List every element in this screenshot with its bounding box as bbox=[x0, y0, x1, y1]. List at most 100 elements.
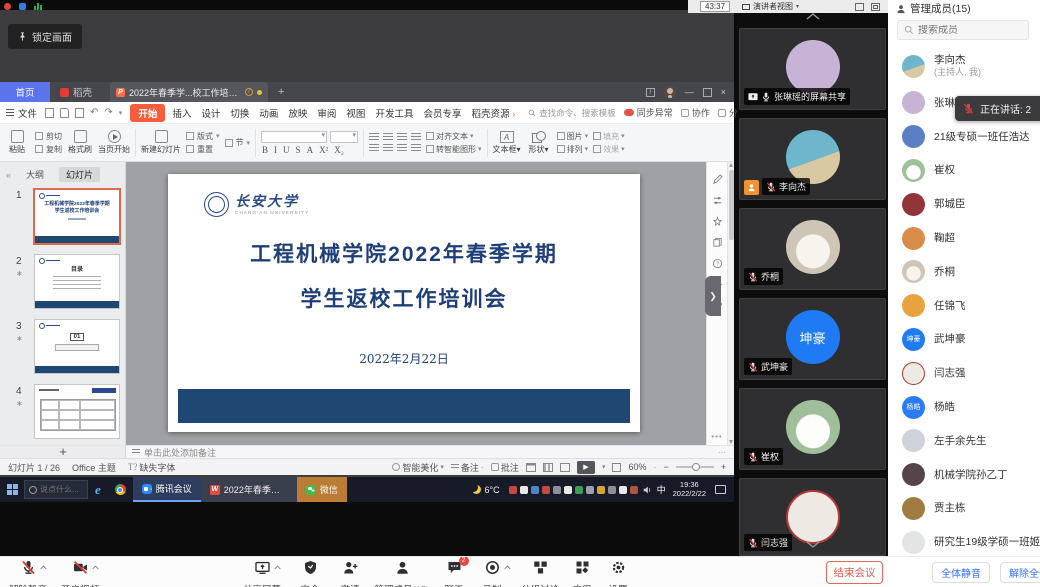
collapse-panel-icon[interactable]: « bbox=[6, 170, 11, 180]
pin-screen-button[interactable]: 锁定画面 bbox=[8, 24, 82, 49]
toolbar-camera-off[interactable]: 开启视频 bbox=[58, 560, 102, 587]
align-text-button[interactable]: 对齐文本▾ bbox=[426, 131, 482, 142]
end-meeting-button[interactable]: 结束会议 bbox=[826, 561, 883, 584]
zoom-knob[interactable] bbox=[692, 463, 700, 471]
restore-button[interactable] bbox=[703, 88, 712, 97]
menu-开发工具[interactable]: 开发工具 bbox=[372, 104, 416, 122]
menu-切换[interactable]: 切换 bbox=[227, 104, 252, 122]
font-family-select[interactable] bbox=[261, 131, 327, 143]
account-avatar[interactable] bbox=[664, 86, 676, 98]
canvas-scrollbar[interactable] bbox=[727, 162, 734, 445]
tab-document[interactable]: P 2022年春季学...校工作培训(2) ! bbox=[110, 82, 268, 102]
menu-插入[interactable]: 插入 bbox=[169, 104, 194, 122]
menu-稻壳资源[interactable]: 稻壳资源 › bbox=[468, 104, 518, 122]
tray-icon[interactable] bbox=[586, 486, 594, 494]
slide-thumbnail[interactable]: 1工程机械学院2022年春季学期学生返校工作培训会 bbox=[0, 188, 125, 248]
minimize-button[interactable]: — bbox=[685, 87, 694, 97]
member-row[interactable]: 崔权 bbox=[888, 154, 1040, 188]
redo-icon[interactable]: ↷ bbox=[104, 107, 112, 118]
bullet-list-icon[interactable] bbox=[369, 133, 379, 141]
menu-视图[interactable]: 视图 bbox=[343, 104, 368, 122]
member-row[interactable]: 研究生19级学硕一班姬子 bbox=[888, 525, 1040, 556]
resize-dots-icon[interactable]: ⋯ bbox=[718, 448, 734, 457]
unmute-all-button[interactable]: 解除全体静音 bbox=[1000, 562, 1040, 583]
slide-thumbnail[interactable]: 3∗01 bbox=[0, 319, 125, 379]
chrome-icon[interactable] bbox=[115, 484, 126, 495]
chevron-up-icon[interactable] bbox=[92, 565, 99, 570]
add-slide-button[interactable]: + bbox=[0, 446, 126, 458]
menu-会员专享[interactable]: 会员专享 bbox=[420, 104, 464, 122]
layout-icon[interactable] bbox=[871, 3, 880, 11]
ie-browser-icon[interactable]: e bbox=[88, 482, 108, 498]
format-button[interactable]: I bbox=[273, 145, 278, 155]
action-center-icon[interactable] bbox=[715, 485, 726, 494]
chevron-up-icon[interactable] bbox=[274, 565, 281, 570]
tab-home[interactable]: 首页 bbox=[0, 82, 50, 102]
scroll-up-icon[interactable] bbox=[729, 163, 733, 167]
member-row[interactable]: 郭城臣 bbox=[888, 187, 1040, 221]
taskbar-search[interactable] bbox=[24, 480, 88, 499]
member-row[interactable]: 坤豪武坤豪 bbox=[888, 323, 1040, 357]
missing-font-warning[interactable]: T?缺失字体 bbox=[128, 461, 176, 474]
format-button[interactable]: X² bbox=[318, 145, 329, 155]
taskbar-clock[interactable]: 19:36 2022/2/22 bbox=[673, 481, 706, 498]
member-row[interactable]: 左手余先生 bbox=[888, 424, 1040, 458]
smart-beautify-button[interactable]: 智能美化▾ bbox=[392, 461, 444, 474]
menu-开始[interactable]: 开始 bbox=[130, 104, 165, 122]
format-button[interactable]: S bbox=[295, 145, 302, 155]
taskbar-app-wps[interactable]: W2022年春季学期... bbox=[201, 477, 297, 502]
format-painter-button[interactable]: 格式刷 bbox=[67, 130, 93, 155]
section-button[interactable]: 节▾ bbox=[225, 137, 251, 148]
member-row[interactable]: 贾主栋 bbox=[888, 492, 1040, 526]
play-from-current-button[interactable]: 当页开始 bbox=[98, 130, 130, 155]
slide-1[interactable]: 长安大学 CHANG'AN UNIVERSITY 工程机械学院2022年春季学期… bbox=[168, 174, 640, 432]
video-tile[interactable]: 张琳瑶的屏幕共享 bbox=[739, 28, 886, 110]
tray-icon[interactable] bbox=[630, 486, 638, 494]
scrollbar-thumb[interactable] bbox=[729, 170, 734, 240]
video-tile[interactable]: 李向杰 bbox=[739, 118, 886, 200]
indent-decrease-icon[interactable] bbox=[397, 133, 407, 141]
member-search-input[interactable] bbox=[918, 25, 1022, 36]
indent-increase-icon[interactable] bbox=[411, 133, 421, 141]
video-tile[interactable]: 坤豪武坤豪 bbox=[739, 298, 886, 380]
taskbar-app-meeting[interactable]: 腾讯会议 bbox=[133, 477, 201, 502]
help-icon[interactable]: ? bbox=[712, 258, 723, 269]
volume-icon[interactable] bbox=[642, 485, 652, 495]
edit-pen-icon[interactable] bbox=[712, 174, 723, 185]
copy-button[interactable]: 复制 bbox=[35, 144, 62, 155]
taskbar-weather[interactable]: 6°C bbox=[472, 485, 500, 495]
align-left-icon[interactable] bbox=[369, 144, 379, 152]
effects-star-icon[interactable] bbox=[712, 216, 723, 227]
toolbar-apps[interactable]: 应用 bbox=[564, 560, 600, 587]
slide-thumbnail[interactable]: 2∗目录 bbox=[0, 254, 125, 314]
member-row[interactable]: 21级专硕一班任浩达 bbox=[888, 120, 1040, 154]
format-button[interactable]: U bbox=[282, 145, 291, 155]
more-videos-icon[interactable] bbox=[806, 541, 820, 548]
tray-icon[interactable] bbox=[619, 486, 627, 494]
sync-status[interactable]: 同步异常 bbox=[624, 106, 673, 119]
menu-审阅[interactable]: 审阅 bbox=[314, 104, 339, 122]
cut-button[interactable]: 剪切 bbox=[35, 131, 62, 142]
font-size-select[interactable] bbox=[330, 131, 358, 143]
save-icon[interactable] bbox=[45, 108, 54, 118]
theme-name[interactable]: Office 主题 bbox=[72, 461, 116, 474]
menu-file[interactable]: 文件 bbox=[6, 106, 37, 120]
paste-button[interactable]: 粘贴 bbox=[4, 130, 30, 155]
chevron-down-icon[interactable]: ▾ bbox=[119, 109, 123, 117]
new-tab-button[interactable]: + bbox=[268, 82, 294, 102]
toolbar-mic-muted[interactable]: 解除静音 bbox=[6, 560, 50, 587]
tab-docer[interactable]: 稻壳 bbox=[50, 82, 102, 102]
fill-button[interactable]: 填充▾ bbox=[593, 131, 625, 142]
tray-icon[interactable] bbox=[531, 486, 539, 494]
toolbar-chat[interactable]: 2聊天 bbox=[436, 560, 472, 587]
toolbar-breakout[interactable]: 分组讨论 bbox=[516, 560, 564, 587]
fit-window-icon[interactable] bbox=[612, 463, 621, 472]
format-button[interactable]: B bbox=[261, 145, 269, 155]
align-right-icon[interactable] bbox=[397, 144, 407, 152]
picture-button[interactable]: 图片▾ bbox=[557, 131, 589, 142]
align-center-icon[interactable] bbox=[383, 144, 393, 152]
member-search[interactable] bbox=[897, 20, 1029, 40]
comments-toggle[interactable]: 批注 bbox=[491, 461, 519, 474]
tray-icon[interactable] bbox=[542, 486, 550, 494]
tray-icon[interactable] bbox=[520, 486, 528, 494]
